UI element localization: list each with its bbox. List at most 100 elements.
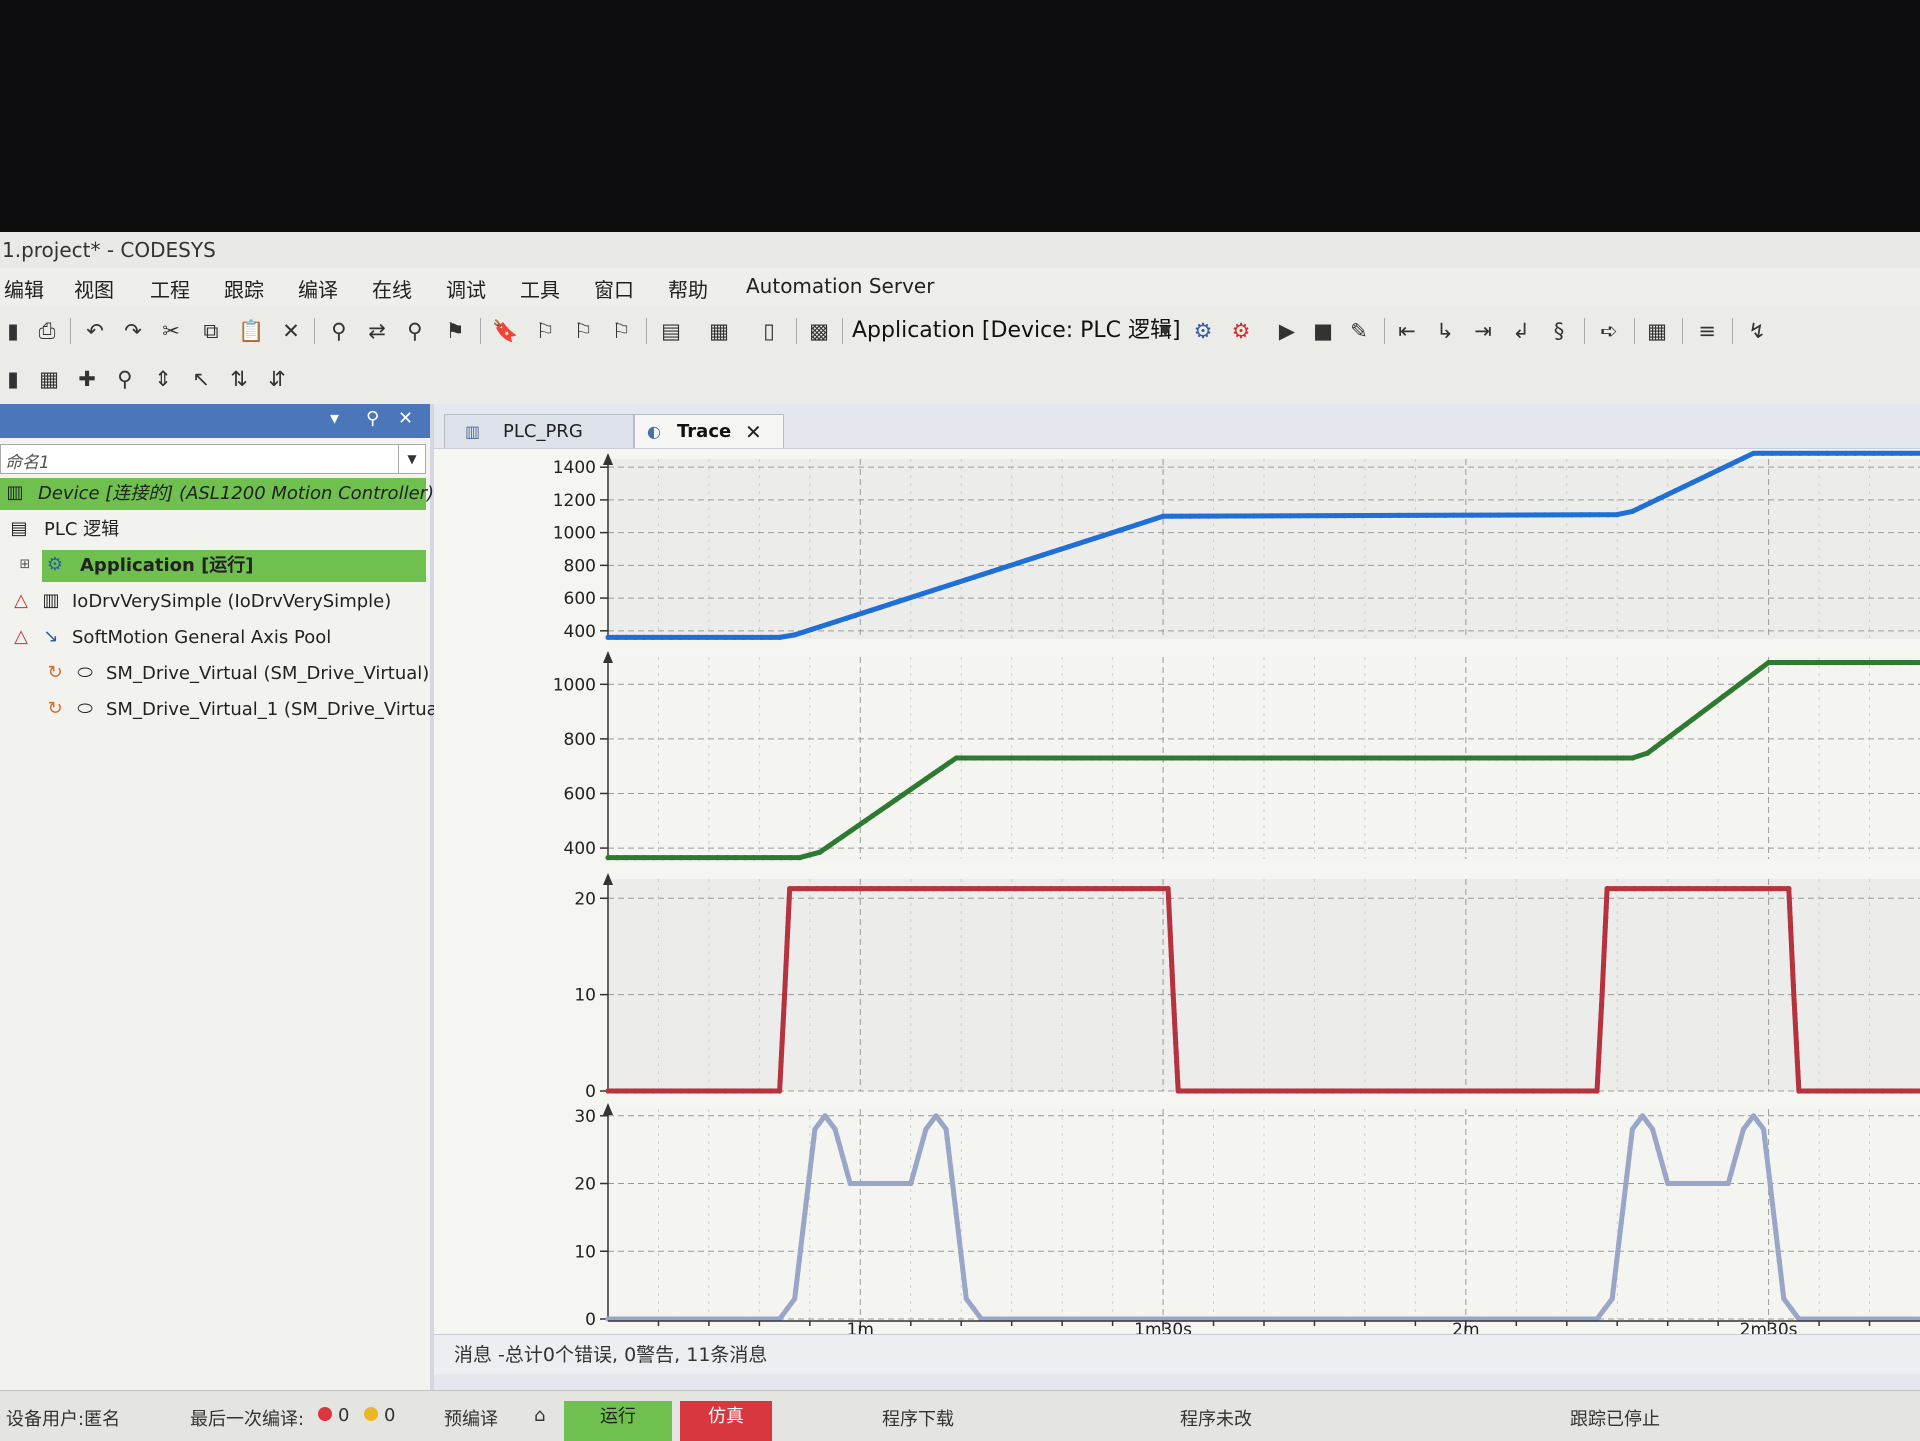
- menu-online[interactable]: 在线: [372, 274, 412, 303]
- active-application-selector[interactable]: Application [Device: PLC 逻辑]: [852, 316, 1181, 346]
- trace-chart[interactable]: 400 600 800 1000 1200 1400 400 600 800 1000 0 10 20 0…: [434, 449, 1920, 1337]
- write-values-icon[interactable]: ▦: [1644, 318, 1670, 344]
- trace-sample-point: [1066, 544, 1072, 550]
- step-into-icon[interactable]: ⇥: [1470, 318, 1496, 344]
- close-icon[interactable]: ✕: [398, 408, 413, 429]
- trace-sample-point: [1321, 1088, 1327, 1094]
- tree-item-iodrv[interactable]: △ ▥ IoDrvVerySimple (IoDrvVerySimple): [0, 586, 426, 618]
- breakpoint-icon[interactable]: ⇤: [1394, 318, 1420, 344]
- login-icon[interactable]: ⚙: [1190, 318, 1216, 344]
- panel-menu-icon[interactable]: ▾: [330, 408, 339, 429]
- paste-icon[interactable]: 📋: [238, 318, 264, 344]
- menu-tools[interactable]: 工具: [520, 274, 560, 303]
- find-all-icon[interactable]: ⚲: [402, 318, 428, 344]
- trace-sample-point: [632, 1088, 638, 1094]
- trace-chart-area[interactable]: 400 600 800 1000 1200 1400 400 600 800 1000 0 10 20 0…: [434, 448, 1920, 1337]
- menu-trace[interactable]: 跟踪: [224, 274, 264, 303]
- unforce-icon[interactable]: ↯: [1744, 318, 1770, 344]
- trace-sample-point: [1686, 886, 1692, 892]
- bookmark-next-icon[interactable]: ⚐: [532, 318, 558, 344]
- cursor-cross-icon[interactable]: ✚: [74, 366, 100, 392]
- tab-trace[interactable]: ◐ Trace ✕: [634, 414, 784, 448]
- trace-sample-point: [1907, 659, 1914, 666]
- insert-object-icon[interactable]: ▦: [706, 318, 732, 344]
- error-count[interactable]: 0: [338, 1405, 349, 1426]
- build-icon[interactable]: ▩: [806, 318, 832, 344]
- expand-icon[interactable]: ⊞: [14, 554, 36, 576]
- tree-item-plc-logic[interactable]: ▤ PLC 逻辑: [0, 514, 426, 546]
- menu-window[interactable]: 窗口: [594, 274, 634, 303]
- cut-icon[interactable]: ✂: [158, 318, 184, 344]
- menu-view[interactable]: 视图: [74, 274, 114, 303]
- trace-sample-point: [1057, 886, 1063, 892]
- new-object-icon[interactable]: ▯: [756, 318, 782, 344]
- grid-icon[interactable]: ▦: [36, 366, 62, 392]
- trace-sample-point: [1169, 513, 1175, 519]
- compress-icon[interactable]: ⇕: [150, 366, 176, 392]
- message-bar[interactable]: 消息 -总计0个错误, 0警告, 11条消息: [434, 1334, 1920, 1374]
- run-to-cursor-icon[interactable]: §: [1546, 318, 1572, 344]
- menu-help[interactable]: 帮助: [668, 274, 708, 303]
- chevron-down-icon[interactable]: ▼: [398, 445, 425, 473]
- set-next-statement-icon[interactable]: ➪: [1596, 318, 1622, 344]
- trace-sample-point: [1620, 1202, 1626, 1208]
- trace-sample-point: [1269, 513, 1275, 519]
- tree-item-drive-virtual[interactable]: ↻ ⬭ SM_Drive_Virtual (SM_Drive_Virtual): [0, 658, 429, 690]
- trace-sample-point: [1796, 1088, 1802, 1094]
- trace-sample-point: [1170, 755, 1176, 761]
- reset-view-icon[interactable]: ⇵: [264, 366, 290, 392]
- trace-sample-point: [1749, 886, 1756, 892]
- find-icon[interactable]: ⚲: [326, 318, 352, 344]
- warning-count[interactable]: 0: [384, 1405, 395, 1426]
- menu-project[interactable]: 工程: [150, 274, 190, 303]
- copy-icon[interactable]: ⧉: [198, 318, 224, 344]
- menu-automation-server[interactable]: Automation Server: [746, 274, 934, 298]
- y-tick-label: 1200: [553, 491, 596, 511]
- tree-item-application[interactable]: ⚙ Application [运行]: [42, 550, 426, 582]
- close-icon[interactable]: ✕: [745, 415, 762, 449]
- trace-sample-point: [1657, 1153, 1663, 1159]
- pause-icon[interactable]: ▮: [0, 366, 26, 392]
- tree-item-axis-pool[interactable]: △ ↘ SoftMotion General Axis Pool: [0, 622, 426, 654]
- pointer-icon[interactable]: ↖: [188, 366, 214, 392]
- force-values-icon[interactable]: ≡: [1694, 318, 1720, 344]
- tab-plc-prg[interactable]: ▥ PLC_PRG: [444, 414, 634, 448]
- trace-sample-point: [1730, 1162, 1736, 1169]
- tree-item-device[interactable]: ▥ Device [连接的] (ASL1200 Motion Controlle…: [0, 478, 434, 510]
- redo-icon[interactable]: ↷: [120, 318, 146, 344]
- tree-item-drive-virtual-1[interactable]: ↻ ⬭ SM_Drive_Virtual_1 (SM_Drive_Virtual…: [0, 694, 449, 726]
- undo-icon[interactable]: ↶: [82, 318, 108, 344]
- reset-icon[interactable]: ✎: [1346, 318, 1372, 344]
- menu-debug[interactable]: 调试: [446, 274, 486, 303]
- zoom-icon[interactable]: ⚲: [112, 366, 138, 392]
- precompile-status[interactable]: 预编译: [444, 1405, 498, 1431]
- find-next-icon[interactable]: ⚑: [442, 318, 468, 344]
- chevron-down-icon[interactable]: ▼: [1160, 316, 1171, 346]
- print-icon[interactable]: ⎙: [34, 318, 60, 344]
- trace-sample-point: [1601, 953, 1607, 959]
- menu-build[interactable]: 编译: [298, 274, 338, 303]
- save-icon[interactable]: ▮: [0, 318, 26, 344]
- scroll-icon[interactable]: ⇅: [226, 366, 252, 392]
- trace-sample-point: [1794, 659, 1800, 666]
- delete-icon[interactable]: ✕: [278, 318, 304, 344]
- step-out-icon[interactable]: ↲: [1508, 318, 1534, 344]
- menu-edit[interactable]: 编辑: [4, 274, 44, 303]
- stop-icon[interactable]: ■: [1310, 318, 1336, 344]
- warning-icon: △: [14, 626, 28, 647]
- application-icon: ⚙: [46, 554, 64, 575]
- simulation-status[interactable]: 仿真: [680, 1401, 772, 1441]
- replace-icon[interactable]: ⇄: [364, 318, 390, 344]
- step-over-icon[interactable]: ↳: [1432, 318, 1458, 344]
- project-combo[interactable]: 命名1 ▼: [0, 444, 426, 474]
- trace-sample-point: [1682, 722, 1688, 728]
- start-icon[interactable]: ▶: [1274, 318, 1300, 344]
- bookmark-prev-icon[interactable]: ⚐: [570, 318, 596, 344]
- pin-icon[interactable]: ⚲: [366, 408, 379, 429]
- bookmark-icon[interactable]: 🔖: [492, 318, 518, 344]
- clipboard-icon[interactable]: ▤: [658, 318, 684, 344]
- trace-sample-point: [659, 634, 665, 640]
- logout-icon[interactable]: ⚙: [1228, 318, 1254, 344]
- trace-sample-point: [1403, 1088, 1409, 1094]
- bookmark-clear-icon[interactable]: ⚐: [608, 318, 634, 344]
